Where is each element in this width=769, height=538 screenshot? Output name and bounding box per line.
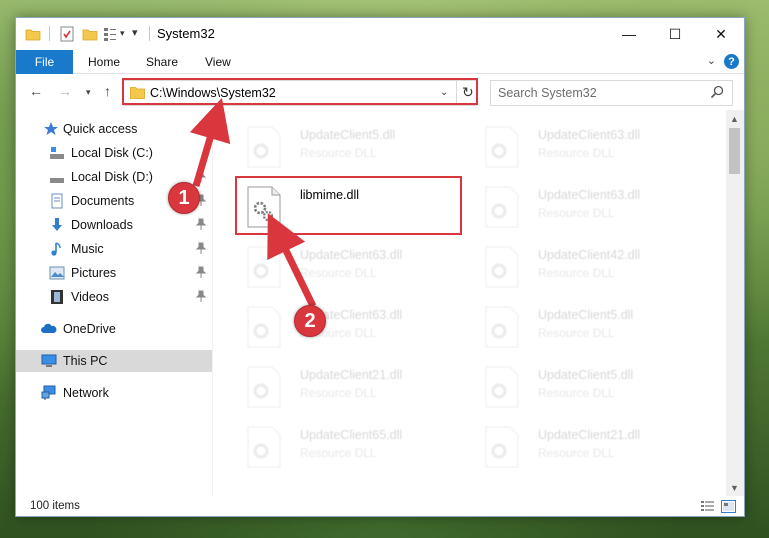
- step-badge-2: 2: [294, 305, 326, 337]
- step-badge-1: 1: [168, 182, 200, 214]
- arrow-to-file: [267, 213, 317, 308]
- annotation-arrows: [189, 97, 317, 308]
- arrow-to-address-bar: [189, 97, 231, 187]
